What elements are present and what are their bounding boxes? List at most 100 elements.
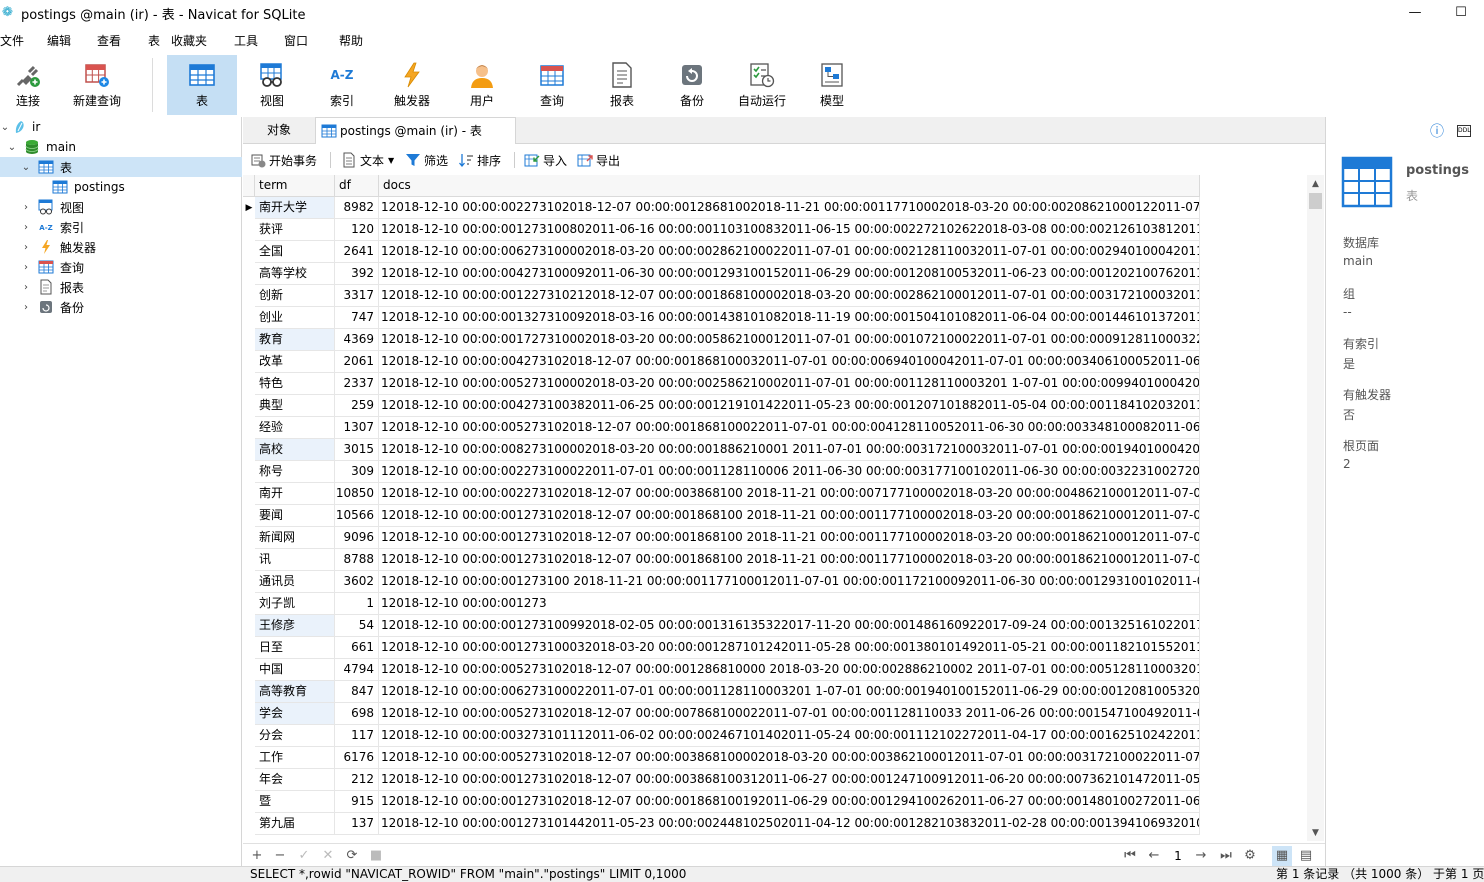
cell-df[interactable]: 2061	[335, 351, 379, 373]
tree-item-reports[interactable]: › 报表	[0, 277, 242, 297]
cell-docs[interactable]: 12018-12-10 00:00:001273102018-12-07 00:…	[379, 549, 1200, 571]
cell-term[interactable]: 新闻网	[255, 527, 335, 549]
cell-term[interactable]: 改革	[255, 351, 335, 373]
cell-df[interactable]: 9096	[335, 527, 379, 549]
row-header[interactable]	[243, 483, 255, 505]
table-row[interactable]: 中国 4794 12018-12-10 00:00:005273102018-12-…	[243, 659, 1200, 681]
minimize-button[interactable]: —	[1392, 0, 1438, 26]
connection-button[interactable]: 连接	[0, 55, 63, 115]
row-header[interactable]	[243, 285, 255, 307]
table-row[interactable]: 第九届 137 12018-12-10 00:00:001273101442011-…	[243, 813, 1200, 835]
cell-term[interactable]: 称号	[255, 461, 335, 483]
gear-icon[interactable]: ⚙	[1240, 846, 1260, 866]
row-header[interactable]	[243, 637, 255, 659]
row-header[interactable]	[243, 241, 255, 263]
query-button[interactable]: 查询	[517, 55, 587, 115]
cell-term[interactable]: 典型	[255, 395, 335, 417]
cell-term[interactable]: 工作	[255, 747, 335, 769]
cell-df[interactable]: 392	[335, 263, 379, 285]
cell-df[interactable]: 54	[335, 615, 379, 637]
chevron-right-icon[interactable]: ›	[21, 202, 31, 213]
cell-docs[interactable]: 12018-12-10 00:00:005273102018-12-07 00:…	[379, 659, 1200, 681]
row-header[interactable]	[243, 769, 255, 791]
row-header[interactable]	[243, 725, 255, 747]
cell-term[interactable]: 第九届	[255, 813, 335, 835]
menu-help[interactable]: 帮助	[339, 32, 363, 49]
table-row[interactable]: 年会 212 12018-12-10 00:00:001273102018-12-0…	[243, 769, 1200, 791]
cell-df[interactable]: 3317	[335, 285, 379, 307]
cell-term[interactable]: 创业	[255, 307, 335, 329]
cell-docs[interactable]: 12018-12-10 00:00:001727310002018-03-20 …	[379, 329, 1200, 351]
cell-docs[interactable]: 12018-12-10 00:00:008273100002018-03-20 …	[379, 439, 1200, 461]
table-row[interactable]: 获评 120 12018-12-10 00:00:001273100802011-0…	[243, 219, 1200, 241]
cell-df[interactable]: 915	[335, 791, 379, 813]
import-button[interactable]: 导入	[524, 149, 567, 171]
cell-docs[interactable]: 12018-12-10 00:00:005273102018-12-07 00:…	[379, 747, 1200, 769]
cell-df[interactable]: 120	[335, 219, 379, 241]
chevron-down-icon[interactable]: ⌄	[21, 162, 31, 173]
row-header[interactable]	[243, 439, 255, 461]
cell-df[interactable]: 309	[335, 461, 379, 483]
cell-docs[interactable]: 12018-12-10 00:00:002273102018-12-07 00:…	[379, 197, 1200, 219]
table-row[interactable]: 讯 8788 12018-12-10 00:00:001273102018-12-0…	[243, 549, 1200, 571]
cell-docs[interactable]: 12018-12-10 00:00:006273100002018-03-20 …	[379, 241, 1200, 263]
table-row[interactable]: 全国 2641 12018-12-10 00:00:006273100002018-…	[243, 241, 1200, 263]
backup-button[interactable]: 备份	[657, 55, 727, 115]
cell-term[interactable]: 高等教育	[255, 681, 335, 703]
view-button[interactable]: 视图	[237, 55, 307, 115]
cell-df[interactable]: 2337	[335, 373, 379, 395]
column-header-term[interactable]: term	[255, 175, 335, 197]
table-row[interactable]: 学会 698 12018-12-10 00:00:005273102018-12-0…	[243, 703, 1200, 725]
cell-term[interactable]: 暨	[255, 791, 335, 813]
cell-df[interactable]: 137	[335, 813, 379, 835]
chevron-right-icon[interactable]: ›	[21, 282, 31, 293]
row-header[interactable]	[243, 703, 255, 725]
cell-df[interactable]: 698	[335, 703, 379, 725]
cell-docs[interactable]: 12018-12-10 00:00:001273	[379, 593, 1200, 615]
tree-item-backups[interactable]: › 备份	[0, 297, 242, 317]
cell-df[interactable]: 3602	[335, 571, 379, 593]
first-page-icon[interactable]: ⏮	[1120, 846, 1140, 866]
tree-item-table-postings[interactable]: postings	[0, 177, 242, 197]
cell-term[interactable]: 高校	[255, 439, 335, 461]
cell-term[interactable]: 分会	[255, 725, 335, 747]
table-row[interactable]: 要闻 10566 12018-12-10 00:00:001273102018-12…	[243, 505, 1200, 527]
cell-docs[interactable]: 12018-12-10 00:00:001273101442011-05-23 …	[379, 813, 1200, 835]
tree-item-tables[interactable]: ⌄ 表	[0, 157, 242, 177]
chevron-right-icon[interactable]: ›	[21, 222, 31, 233]
begin-transaction-button[interactable]: 开始事务	[250, 149, 317, 171]
table-row[interactable]: 改革 2061 12018-12-10 00:00:004273102018-12-…	[243, 351, 1200, 373]
user-button[interactable]: 用户	[447, 55, 517, 115]
cell-docs[interactable]: 12018-12-10 00:00:001273102018-12-07 00:…	[379, 505, 1200, 527]
row-header[interactable]	[243, 527, 255, 549]
table-row[interactable]: ▶ 南开大学 8982 12018-12-10 00:00:002273102018-…	[243, 197, 1200, 219]
cell-docs[interactable]: 12018-12-10 00:00:001273100032018-03-20 …	[379, 637, 1200, 659]
cell-df[interactable]: 6176	[335, 747, 379, 769]
scrollbar-thumb[interactable]	[1309, 193, 1322, 209]
table-row[interactable]: 教育 4369 12018-12-10 00:00:001727310002018-…	[243, 329, 1200, 351]
row-header[interactable]	[243, 571, 255, 593]
next-page-icon[interactable]: →	[1191, 846, 1211, 866]
tree-item-queries[interactable]: › 查询	[0, 257, 242, 277]
cell-docs[interactable]: 12018-12-10 00:00:006273100022011-07-01 …	[379, 681, 1200, 703]
row-header[interactable]	[243, 593, 255, 615]
row-header[interactable]	[243, 307, 255, 329]
row-header[interactable]	[243, 681, 255, 703]
row-header[interactable]	[243, 549, 255, 571]
apply-changes-icon[interactable]: ✓	[294, 846, 314, 866]
sort-button[interactable]: 排序	[458, 149, 501, 171]
cell-term[interactable]: 教育	[255, 329, 335, 351]
cell-df[interactable]: 661	[335, 637, 379, 659]
table-row[interactable]: 王修彦 54 12018-12-10 00:00:001273100992018-0…	[243, 615, 1200, 637]
table-row[interactable]: 经验 1307 12018-12-10 00:00:005273102018-12-…	[243, 417, 1200, 439]
cell-term[interactable]: 学会	[255, 703, 335, 725]
ddl-icon[interactable]: DDL	[1457, 125, 1471, 137]
cell-df[interactable]: 2641	[335, 241, 379, 263]
cell-df[interactable]: 4794	[335, 659, 379, 681]
row-header[interactable]	[243, 395, 255, 417]
tab-postings-table[interactable]: postings @main (ir) - 表	[315, 117, 516, 144]
row-header[interactable]	[243, 373, 255, 395]
last-page-icon[interactable]: ⏭	[1216, 846, 1236, 866]
cell-docs[interactable]: 12018-12-10 00:00:001227310212018-12-07 …	[379, 285, 1200, 307]
cell-term[interactable]: 王修彦	[255, 615, 335, 637]
